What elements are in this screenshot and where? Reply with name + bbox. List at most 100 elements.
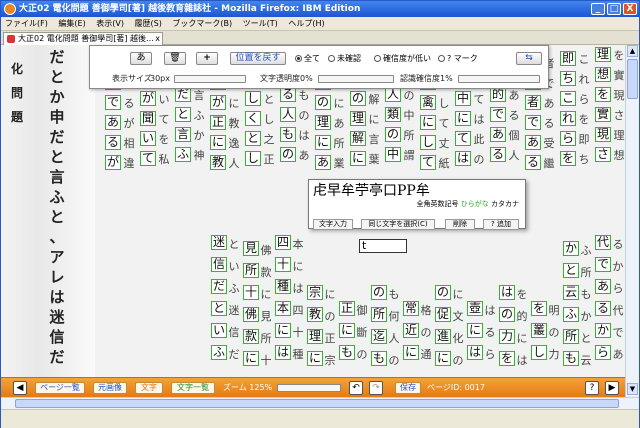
char-input-field[interactable]: t bbox=[359, 239, 407, 253]
ocr-char-box[interactable]: る bbox=[525, 155, 541, 170]
ocr-char-box[interactable]: 禽 bbox=[420, 95, 436, 110]
ocr-char-box[interactable]: 壺 bbox=[467, 301, 483, 316]
ocr-char-box[interactable]: 迷 bbox=[211, 235, 227, 250]
ocr-char-box[interactable]: に bbox=[339, 323, 355, 338]
ocr-char-box[interactable]: 叢 bbox=[531, 323, 547, 338]
ocr-char-box[interactable]: も bbox=[371, 351, 387, 366]
ocr-char-box[interactable]: 十 bbox=[275, 257, 291, 272]
ocr-char-box[interactable]: あ bbox=[315, 155, 331, 170]
ocr-char-box[interactable]: を bbox=[595, 87, 611, 102]
ocr-char-box[interactable]: 即 bbox=[560, 51, 576, 66]
display-size-slider[interactable] bbox=[174, 75, 246, 83]
ocr-char-box[interactable]: で bbox=[525, 115, 541, 130]
maximize-button[interactable]: □ bbox=[607, 3, 621, 15]
ocr-char-box[interactable]: て bbox=[140, 151, 156, 166]
horizontal-scroll-thumb[interactable] bbox=[15, 399, 619, 408]
ocr-char-box[interactable]: が bbox=[105, 155, 121, 170]
ocr-char-box[interactable]: に bbox=[307, 351, 323, 366]
ocr-char-box[interactable]: 理 bbox=[350, 111, 366, 126]
char-opacity-slider[interactable] bbox=[318, 75, 394, 83]
candidate-list[interactable]: 虍早牟苧亭口PP牟 bbox=[313, 183, 430, 199]
ocr-char-box[interactable]: 人 bbox=[385, 87, 401, 102]
ocr-char-box[interactable]: ら bbox=[595, 345, 611, 360]
ocr-char-box[interactable]: と bbox=[563, 263, 579, 278]
ocr-char-box[interactable]: 正 bbox=[339, 301, 355, 316]
ocr-char-box[interactable]: こ bbox=[560, 91, 576, 106]
ocr-char-box[interactable]: 理 bbox=[595, 47, 611, 62]
menu-edit[interactable]: 編集(E) bbox=[58, 19, 85, 28]
ocr-char-box[interactable]: を bbox=[499, 351, 515, 366]
ocr-char-box[interactable]: ち bbox=[560, 71, 576, 86]
ocr-char-box[interactable]: の bbox=[435, 285, 451, 300]
ocr-char-box[interactable]: 十 bbox=[243, 285, 259, 300]
ocr-char-box[interactable]: と bbox=[175, 107, 191, 122]
ocr-char-box[interactable]: さ bbox=[595, 147, 611, 162]
ocr-char-box[interactable]: 教 bbox=[307, 307, 323, 322]
ocr-char-box[interactable]: し bbox=[420, 135, 436, 150]
ocr-char-box[interactable]: 者 bbox=[525, 95, 541, 110]
ocr-char-box[interactable]: れ bbox=[560, 111, 576, 126]
ocr-char-box[interactable]: か bbox=[595, 323, 611, 338]
ocr-char-box[interactable]: と bbox=[211, 301, 227, 316]
ocr-char-box[interactable]: も bbox=[563, 351, 579, 366]
horizontal-scrollbar[interactable] bbox=[1, 397, 639, 409]
ocr-char-box[interactable]: 佛 bbox=[243, 307, 259, 322]
ocr-char-box[interactable]: 言 bbox=[175, 127, 191, 142]
ocr-char-box[interactable]: 本 bbox=[275, 301, 291, 316]
ocr-char-box[interactable]: に bbox=[243, 351, 259, 366]
ocr-char-box[interactable]: に bbox=[467, 323, 483, 338]
swap-icon[interactable]: ⇆ bbox=[516, 52, 542, 65]
ocr-char-box[interactable]: 進 bbox=[435, 329, 451, 344]
ocr-char-box[interactable]: の bbox=[350, 91, 366, 106]
scroll-up-icon[interactable]: ▲ bbox=[627, 45, 638, 57]
ocr-char-box[interactable]: 迄 bbox=[371, 329, 387, 344]
select-same-char-button[interactable]: 同じ文字を選択(C) bbox=[361, 219, 435, 230]
ocr-char-box[interactable]: し bbox=[531, 345, 547, 360]
redo-icon[interactable]: ↷ bbox=[369, 381, 383, 395]
ocr-char-box[interactable]: は bbox=[499, 285, 515, 300]
ocr-char-box[interactable]: の bbox=[385, 127, 401, 142]
ocr-char-box[interactable]: 近 bbox=[403, 323, 419, 338]
ocr-char-box[interactable]: ふ bbox=[211, 345, 227, 360]
char-input-button[interactable]: 文字入力 bbox=[313, 219, 353, 230]
ocr-char-box[interactable]: 的 bbox=[490, 87, 506, 102]
ocr-char-box[interactable]: と bbox=[245, 131, 261, 146]
ocr-char-box[interactable]: あ bbox=[525, 135, 541, 150]
ocr-char-box[interactable]: 理 bbox=[307, 329, 323, 344]
next-page-icon[interactable]: ▶ bbox=[605, 381, 619, 395]
ocr-char-box[interactable]: か bbox=[563, 241, 579, 256]
ocr-char-box[interactable]: も bbox=[339, 345, 355, 360]
menu-bookmarks[interactable]: ブックマーク(B) bbox=[172, 19, 232, 28]
mode-fullwidth[interactable]: 全角英数記号 bbox=[417, 200, 459, 208]
ocr-char-box[interactable]: ら bbox=[560, 131, 576, 146]
text-list-button[interactable]: 文字一覧 bbox=[171, 382, 215, 394]
trash-icon[interactable]: 🗑 bbox=[164, 52, 186, 65]
ocr-char-box[interactable]: あ bbox=[595, 279, 611, 294]
mode-katakana[interactable]: カタカナ bbox=[491, 200, 519, 208]
add-icon[interactable]: + bbox=[196, 52, 218, 65]
restore-position-button[interactable]: 位置を戻す bbox=[230, 52, 286, 65]
hiragana-button[interactable]: あ bbox=[130, 52, 152, 65]
ocr-char-box[interactable]: に bbox=[435, 351, 451, 366]
ocr-char-box[interactable]: 款 bbox=[243, 329, 259, 344]
ocr-char-box[interactable]: を bbox=[531, 301, 547, 316]
menu-tools[interactable]: ツール(T) bbox=[243, 19, 278, 28]
ocr-char-box[interactable]: あ bbox=[105, 115, 121, 130]
ocr-char-box[interactable]: 想 bbox=[595, 67, 611, 82]
prev-page-icon[interactable]: ◀ bbox=[13, 381, 27, 395]
ocr-char-box[interactable]: に bbox=[275, 323, 291, 338]
ocr-char-box[interactable]: い bbox=[140, 131, 156, 146]
ocr-char-box[interactable]: は bbox=[467, 345, 483, 360]
ocr-char-box[interactable]: 實 bbox=[595, 107, 611, 122]
ocr-char-box[interactable]: 理 bbox=[315, 115, 331, 130]
ocr-char-box[interactable]: 常 bbox=[403, 301, 419, 316]
vertical-scrollbar[interactable]: ▲ ▼ bbox=[625, 45, 639, 397]
ocr-char-box[interactable]: は bbox=[455, 151, 471, 166]
ocr-char-box[interactable]: 信 bbox=[211, 257, 227, 272]
ocr-char-box[interactable]: し bbox=[245, 91, 261, 106]
page-list-button[interactable]: ページ一覧 bbox=[35, 382, 85, 394]
menu-file[interactable]: ファイル(F) bbox=[5, 19, 48, 28]
ocr-char-box[interactable]: い bbox=[211, 323, 227, 338]
ocr-char-box[interactable]: だ bbox=[211, 279, 227, 294]
text-button[interactable]: 文字 bbox=[135, 382, 163, 394]
